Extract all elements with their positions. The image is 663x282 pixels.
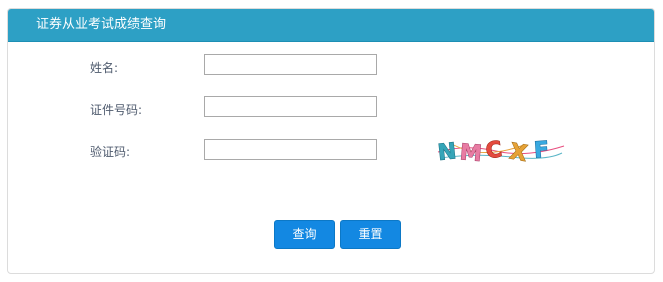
captcha-char: X: [508, 139, 529, 165]
captcha-char: M: [459, 140, 483, 165]
reset-button[interactable]: 重置: [340, 220, 401, 249]
panel-header: 证券从业考试成绩查询: [8, 9, 654, 42]
name-input[interactable]: [204, 54, 377, 75]
captcha-char: F: [533, 138, 550, 164]
captcha-label: 验证码:: [90, 145, 131, 159]
id-number-label: 证件号码:: [90, 103, 143, 117]
captcha-char: N: [437, 139, 458, 165]
captcha-input[interactable]: [204, 139, 377, 160]
name-label: 姓名:: [90, 61, 119, 75]
query-panel: 证券从业考试成绩查询 姓名: 证件号码: 验证码: N M C X F 查询 重…: [7, 8, 655, 274]
captcha-char: C: [484, 137, 503, 164]
id-number-input[interactable]: [204, 96, 377, 117]
panel-title: 证券从业考试成绩查询: [36, 17, 167, 32]
captcha-image[interactable]: N M C X F: [436, 135, 566, 165]
query-button[interactable]: 查询: [274, 220, 335, 249]
